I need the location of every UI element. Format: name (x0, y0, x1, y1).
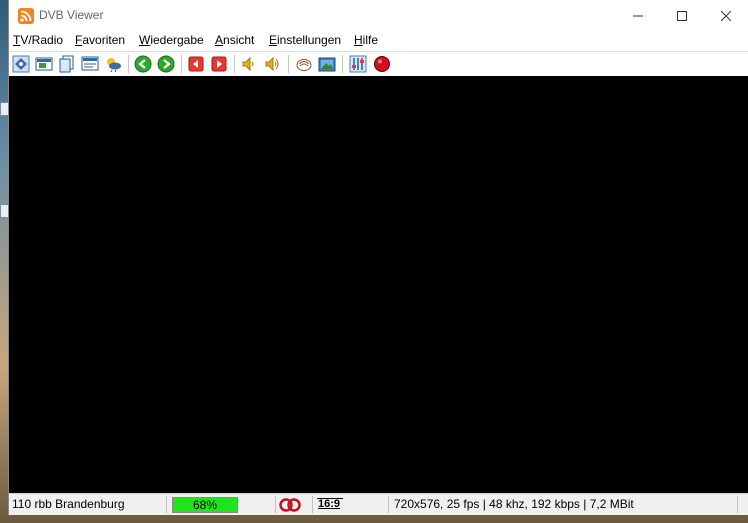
video-display[interactable] (9, 76, 748, 493)
status-bar: 110 rbb Brandenburg 68% 16:9 720x576, 25… (9, 493, 748, 515)
menu-einstellungen-rest: instellungen (277, 33, 342, 47)
toolbar-separator (128, 55, 129, 73)
menu-ansicht[interactable]: Ansicht (215, 33, 254, 47)
title-bar[interactable]: DVB Viewer (9, 0, 748, 31)
settings-icon (349, 55, 367, 73)
windows-button[interactable] (58, 55, 76, 73)
status-divider (737, 496, 738, 513)
weather-button[interactable] (104, 55, 122, 73)
forward-icon (157, 55, 175, 73)
window-title: DVB Viewer (39, 8, 104, 22)
record-icon (374, 56, 390, 72)
epg-button[interactable] (295, 55, 313, 73)
weather-icon (107, 58, 121, 73)
previous-channel-icon (188, 56, 204, 72)
toolbar (9, 51, 748, 76)
maximize-icon (677, 10, 687, 21)
toolbar-separator (181, 55, 182, 73)
close-button[interactable] (703, 0, 748, 31)
menu-tv-radio[interactable]: TV/Radio (13, 33, 63, 47)
signal-strength-bar: 68% (172, 497, 238, 513)
channel-list-button[interactable] (12, 55, 30, 73)
dvb-viewer-window: DVB Viewer TV/Radio Favoriten Wiedergabe… (8, 0, 748, 515)
menu-wiedergabe-rest: iedergabe (150, 33, 204, 47)
menu-favoriten-rest: avoriten (82, 33, 126, 47)
snapshot-button[interactable] (318, 55, 336, 73)
teletext-button[interactable] (81, 55, 99, 73)
menu-wiedergabe[interactable]: Wiedergabe (139, 33, 204, 47)
picture-in-picture-button[interactable] (35, 55, 53, 73)
record-button[interactable] (373, 55, 391, 73)
status-divider (275, 496, 276, 513)
close-icon (721, 10, 731, 21)
status-divider (388, 496, 389, 513)
menu-bar: TV/Radio Favoriten Wiedergabe Ansicht Ei… (9, 31, 748, 51)
toolbar-separator (234, 55, 235, 73)
volume-down-icon (242, 56, 254, 72)
menu-hilfe[interactable]: Hilfe (354, 33, 378, 47)
minimize-button[interactable] (615, 0, 661, 31)
stream-info: 720x576, 25 fps | 48 khz, 192 kbps | 7,2… (394, 497, 634, 511)
toolbar-separator (342, 55, 343, 73)
audio-mode-button[interactable] (279, 498, 301, 515)
volume-up-icon (265, 56, 279, 72)
minimize-icon (633, 15, 643, 16)
aspect-ratio[interactable]: 16:9 (316, 496, 344, 513)
volume-down-button[interactable] (240, 55, 258, 73)
rss-app-icon (18, 8, 34, 24)
epg-icon (296, 59, 312, 71)
status-divider (166, 496, 167, 513)
next-channel-icon (211, 56, 227, 72)
channel-name: 110 rbb Brandenburg (12, 497, 125, 511)
windows-icon (59, 55, 74, 73)
channel-list-icon (12, 55, 30, 73)
toolbar-separator (288, 55, 289, 73)
snapshot-icon (318, 57, 336, 72)
previous-channel-button[interactable] (187, 55, 205, 73)
back-button[interactable] (134, 55, 152, 73)
maximize-button[interactable] (659, 0, 705, 31)
next-channel-button[interactable] (210, 55, 228, 73)
menu-tv-radio-rest: V/Radio (20, 33, 64, 47)
signal-strength-label: 68% (192, 498, 218, 512)
menu-ansicht-rest: nsicht (223, 33, 255, 47)
back-icon (134, 55, 152, 73)
menu-hilfe-rest: ilfe (362, 33, 379, 47)
teletext-icon (81, 56, 99, 71)
menu-favoriten[interactable]: Favoriten (75, 33, 125, 47)
picture-in-picture-icon (35, 57, 53, 71)
settings-button[interactable] (349, 55, 367, 73)
volume-up-button[interactable] (263, 55, 281, 73)
status-divider (312, 496, 313, 513)
forward-button[interactable] (157, 55, 175, 73)
menu-einstellungen[interactable]: Einstellungen (269, 33, 341, 47)
stereo-icon (279, 498, 301, 512)
